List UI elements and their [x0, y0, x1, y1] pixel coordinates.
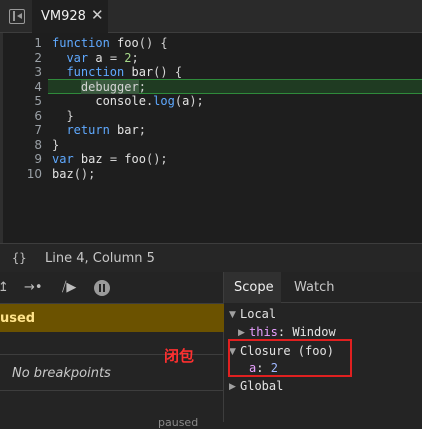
- gutter-strip: [0, 33, 3, 243]
- line-number[interactable]: 2: [24, 51, 42, 66]
- no-breakpoints-text: No breakpoints: [12, 366, 111, 381]
- debugger-toolbar: ↥ →• ⧸▶: [0, 272, 224, 304]
- code-line-current: debugger;: [80, 79, 146, 94]
- annotation-highlight-box: [228, 339, 352, 377]
- code-line: function foo() {: [52, 36, 168, 50]
- tab-label: VM928: [41, 9, 86, 24]
- close-icon[interactable]: ✕: [91, 6, 104, 24]
- line-number[interactable]: 9: [24, 152, 42, 167]
- line-number[interactable]: 7: [24, 123, 42, 138]
- code-line: }: [52, 137, 60, 152]
- pause-on-exceptions-icon[interactable]: [94, 280, 110, 296]
- expanded-triangle-icon[interactable]: ▼: [229, 310, 236, 320]
- line-number[interactable]: 4: [24, 80, 42, 95]
- section-divider: [0, 390, 224, 391]
- line-number[interactable]: 1: [24, 36, 42, 51]
- code-line: }: [52, 108, 74, 123]
- annotation-label: 闭包: [164, 347, 195, 365]
- tab-scope[interactable]: Scope: [224, 272, 281, 303]
- step-into-icon[interactable]: ↥: [0, 280, 9, 295]
- scope-property-this[interactable]: this: Window: [249, 325, 336, 339]
- pretty-print-icon[interactable]: {}: [12, 251, 26, 265]
- tab-vm928[interactable]: VM928 ✕: [32, 0, 108, 33]
- line-number[interactable]: 8: [24, 138, 42, 153]
- collapsed-triangle-icon[interactable]: ▶: [229, 382, 236, 392]
- paused-banner: used: [0, 304, 224, 332]
- code-line: function bar() {: [66, 65, 183, 79]
- deactivate-breakpoints-icon[interactable]: ⧸▶: [62, 280, 76, 295]
- line-number[interactable]: 3: [24, 65, 42, 80]
- scope-tab-bar: Scope Watch: [224, 272, 422, 303]
- code-line: return bar;: [66, 123, 146, 137]
- code-line: var a = 2;: [66, 50, 139, 65]
- code-line: baz();: [52, 166, 96, 181]
- line-number[interactable]: 5: [24, 94, 42, 109]
- code-line: var baz = foo();: [52, 152, 168, 166]
- step-icon[interactable]: →•: [24, 280, 43, 295]
- paused-label: used: [0, 311, 36, 326]
- toggle-navigator-icon[interactable]: [9, 9, 25, 24]
- scope-global[interactable]: Global: [240, 379, 283, 393]
- code-line: console.log(a);: [95, 94, 204, 108]
- tab-watch[interactable]: Watch: [294, 280, 334, 295]
- cursor-position: Line 4, Column 5: [45, 251, 155, 266]
- paused-status-text: paused: [158, 416, 199, 429]
- editor-tab-bar: VM928 ✕: [0, 0, 422, 33]
- line-number[interactable]: 6: [24, 109, 42, 124]
- code-editor[interactable]: 1 2 3 4 5 6 7 8 9 10 function foo() { va…: [0, 33, 422, 243]
- collapsed-triangle-icon[interactable]: ▶: [238, 328, 245, 338]
- line-number[interactable]: 10: [24, 167, 42, 182]
- editor-status-bar: {} Line 4, Column 5: [0, 243, 422, 272]
- scope-local[interactable]: Local: [240, 307, 276, 321]
- tab-scope-label: Scope: [234, 280, 274, 295]
